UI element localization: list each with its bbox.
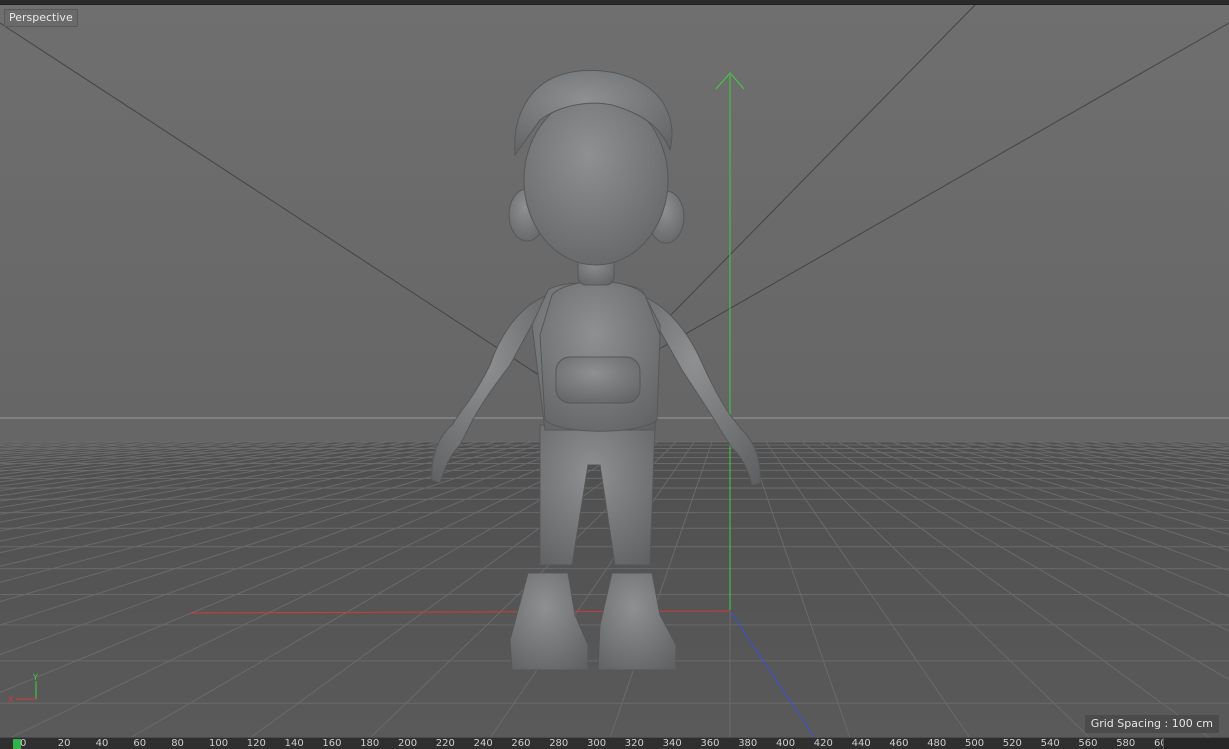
view-name-label[interactable]: Perspective	[4, 9, 78, 27]
timeline-tick-label: 420	[813, 738, 833, 749]
timeline-tick-label: 160	[322, 738, 342, 749]
timeline-tick-label: 80	[171, 738, 184, 749]
timeline-tick-label: 480	[927, 738, 947, 749]
grid-spacing-label: Grid Spacing : 100 cm	[1084, 715, 1219, 733]
3d-viewport[interactable]: Perspective Y X Grid Spacing : 100 cm	[0, 4, 1229, 737]
timeline-tick-label: 0	[20, 738, 27, 749]
timeline-tick-label: 360	[700, 738, 720, 749]
timeline-tick-label: 340	[662, 738, 682, 749]
timeline-tick-label: 220	[435, 738, 455, 749]
gizmo-y-label: Y	[32, 673, 38, 682]
timeline-end-field[interactable]	[1163, 738, 1229, 749]
timeline-tick-label: 20	[57, 738, 71, 749]
backpack	[539, 281, 661, 432]
axis-gizmo: Y X	[8, 673, 38, 704]
timeline-tick-label: 380	[738, 738, 758, 749]
timeline-tick-label: 320	[624, 738, 644, 749]
timeline-tick-label: 260	[511, 738, 531, 749]
timeline-ruler[interactable]: 0 20 40 60 80 100 120 140 160 180 200 220 240 260 280 3…	[0, 737, 1229, 749]
timeline-tick-label: 140	[284, 738, 304, 749]
timeline-tick-label: 580	[1116, 738, 1136, 749]
backpack-pocket	[555, 356, 641, 404]
timeline-tick-label: 240	[473, 738, 493, 749]
timeline-tick-label: 60	[133, 738, 147, 749]
timeline-tick-label: 200	[398, 738, 418, 749]
timeline-tick-label: 120	[246, 738, 266, 749]
timeline-tick-label: 280	[549, 738, 569, 749]
timeline-tick-label: 540	[1040, 738, 1060, 749]
viewport-scene[interactable]	[0, 5, 1229, 737]
timeline-tick-label: 180	[360, 738, 380, 749]
timeline-tick-label: 100	[209, 738, 229, 749]
timeline-tick-label: 560	[1078, 738, 1098, 749]
timeline-tick-label: 460	[889, 738, 909, 749]
gizmo-x-label: X	[8, 695, 14, 704]
timeline-tick-label: 520	[1002, 738, 1022, 749]
timeline-tick-label: 440	[851, 738, 871, 749]
timeline-tick-label: 40	[95, 738, 109, 749]
timeline-tick-label: 400	[776, 738, 796, 749]
timeline-tick-label: 300	[587, 738, 607, 749]
timeline-tick-label: 500	[965, 738, 985, 749]
